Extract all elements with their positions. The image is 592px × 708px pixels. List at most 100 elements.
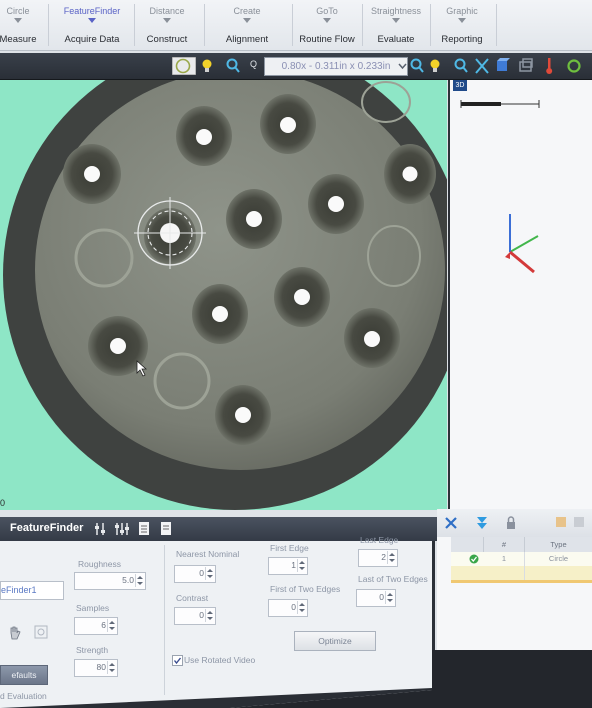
chevron-down-icon[interactable] [398, 57, 407, 75]
chevron-down-icon[interactable] [243, 18, 251, 23]
roughness-spinner[interactable]: 5.0 [74, 572, 146, 590]
samples-label: Samples [76, 603, 110, 613]
spinner-arrows-icon[interactable] [107, 619, 116, 632]
tool-featurefinder[interactable]: FeatureFinder [52, 6, 132, 16]
video-view[interactable]: 0 [0, 80, 447, 510]
sliders-icon[interactable] [94, 522, 106, 536]
tool-create[interactable]: Create [208, 6, 286, 16]
panel-title: FeatureFinder [10, 522, 84, 534]
chevron-down-icon[interactable] [163, 18, 171, 23]
row-index [484, 566, 525, 581]
first-edge-spinner[interactable]: 1 [268, 557, 308, 575]
ribbon-group-construct[interactable]: Distance Construct [136, 0, 198, 50]
ribbon-group-evaluate[interactable]: Straightness Evaluate [364, 0, 428, 50]
crosshair-icon[interactable] [474, 57, 490, 75]
chevron-down-icon[interactable] [392, 18, 400, 23]
circle-tool-icon[interactable] [172, 57, 196, 75]
last-edge-spinner[interactable]: 2 [358, 549, 398, 567]
video-toolbar: Q 0.80x - 0.311in x 0.233in [0, 53, 592, 80]
view-3d-label: 3D [453, 80, 467, 91]
cad-3d-view[interactable]: 3D [448, 80, 592, 510]
roughness-value: 5.0 [122, 575, 134, 585]
contrast-spinner[interactable]: 0 [174, 607, 216, 625]
first-edge-label: First Edge [270, 543, 309, 553]
tool-circle[interactable]: Circle [0, 6, 46, 16]
lightbulb-icon[interactable] [200, 57, 214, 75]
spinner-arrows-icon[interactable] [297, 601, 306, 614]
divider [292, 4, 293, 46]
table-row[interactable] [451, 566, 592, 581]
zoom-in-icon[interactable] [454, 57, 468, 75]
first-edge-value: 1 [291, 560, 296, 570]
edge-number: 0 [0, 498, 6, 508]
scale-bar [460, 100, 540, 108]
ribbon-group-reporting[interactable]: Graphic Reporting [430, 0, 494, 50]
document-icon[interactable] [138, 521, 150, 536]
lightbulb-icon[interactable] [428, 57, 442, 75]
export-icon[interactable] [555, 516, 567, 528]
camera-image[interactable] [0, 80, 447, 510]
hole-center [294, 289, 310, 305]
close-icon[interactable] [445, 517, 457, 529]
spinner-arrows-icon[interactable] [205, 567, 214, 580]
hole-center [328, 196, 344, 212]
app-window: Circle Measure FeatureFinder Acquire Dat… [0, 0, 592, 708]
nearest-nominal-spinner[interactable]: 0 [174, 565, 216, 583]
row-type: Circle [525, 552, 592, 567]
hand-icon[interactable] [8, 625, 22, 641]
group-label: Construct [146, 34, 188, 45]
last-of-two-edges-spinner[interactable]: 0 [356, 589, 396, 607]
zoom-readout[interactable]: 0.80x - 0.311in x 0.233in [264, 57, 408, 76]
last-of-two-edges-value: 0 [379, 592, 384, 602]
circle-tool-icon[interactable] [566, 57, 582, 75]
ribbon-group-alignment[interactable]: Create Alignment [208, 0, 286, 50]
cube-icon[interactable] [494, 57, 510, 75]
tool-straightness[interactable]: Straightness [364, 6, 428, 16]
column-header [451, 537, 484, 553]
chevron-down-icon[interactable] [14, 18, 22, 23]
grid-icon[interactable] [573, 516, 585, 528]
tool-goto[interactable]: GoTo [294, 6, 360, 16]
search-icon[interactable] [410, 57, 424, 75]
last-edge-label: Last Edge [360, 535, 399, 545]
divider [48, 4, 49, 46]
ribbon-group-acquire-data[interactable]: FeatureFinder Acquire Data [52, 0, 132, 50]
layers-icon[interactable] [518, 57, 534, 75]
sliders-icon[interactable] [114, 522, 130, 536]
feature-name-field[interactable]: eFinder1 [0, 581, 64, 600]
ribbon-group-measure[interactable]: Circle Measure [0, 0, 46, 50]
spinner-arrows-icon[interactable] [297, 559, 306, 572]
divider [496, 4, 497, 46]
chevron-down-icon[interactable] [323, 18, 331, 23]
spinner-arrows-icon[interactable] [387, 551, 396, 564]
document-icon[interactable] [160, 521, 172, 536]
first-of-two-edges-spinner[interactable]: 0 [268, 599, 308, 617]
zoom-icon[interactable] [226, 57, 240, 75]
thermometer-icon[interactable] [544, 57, 554, 75]
arrow-down-icon[interactable] [475, 515, 489, 531]
spinner-arrows-icon[interactable] [205, 609, 214, 622]
samples-spinner[interactable]: 6 [74, 617, 118, 635]
group-label: Routine Flow [299, 34, 355, 45]
tool-distance[interactable]: Distance [136, 6, 198, 16]
column-header-index: # [484, 537, 525, 553]
hole-center [84, 166, 100, 182]
hole-center [110, 338, 126, 354]
axis-triad-icon [505, 214, 539, 274]
column-header-type: Type [525, 537, 592, 553]
selection-bar [451, 580, 592, 583]
spinner-arrows-icon[interactable] [135, 574, 144, 587]
divider [134, 4, 135, 46]
ribbon: Circle Measure FeatureFinder Acquire Dat… [0, 0, 592, 51]
spinner-arrows-icon[interactable] [385, 591, 394, 604]
table-row[interactable]: 1 Circle [451, 552, 592, 567]
ribbon-group-routine-flow[interactable]: GoTo Routine Flow [294, 0, 360, 50]
chevron-down-icon[interactable] [458, 18, 466, 23]
optimize-button[interactable]: Optimize [294, 631, 376, 651]
monitor-bezel [0, 650, 592, 708]
target-icon[interactable] [34, 625, 48, 639]
chevron-down-icon[interactable] [88, 18, 96, 23]
lock-icon[interactable] [505, 516, 517, 530]
tool-graphic[interactable]: Graphic [430, 6, 494, 16]
first-of-two-edges-label: First of Two Edges [270, 584, 341, 594]
